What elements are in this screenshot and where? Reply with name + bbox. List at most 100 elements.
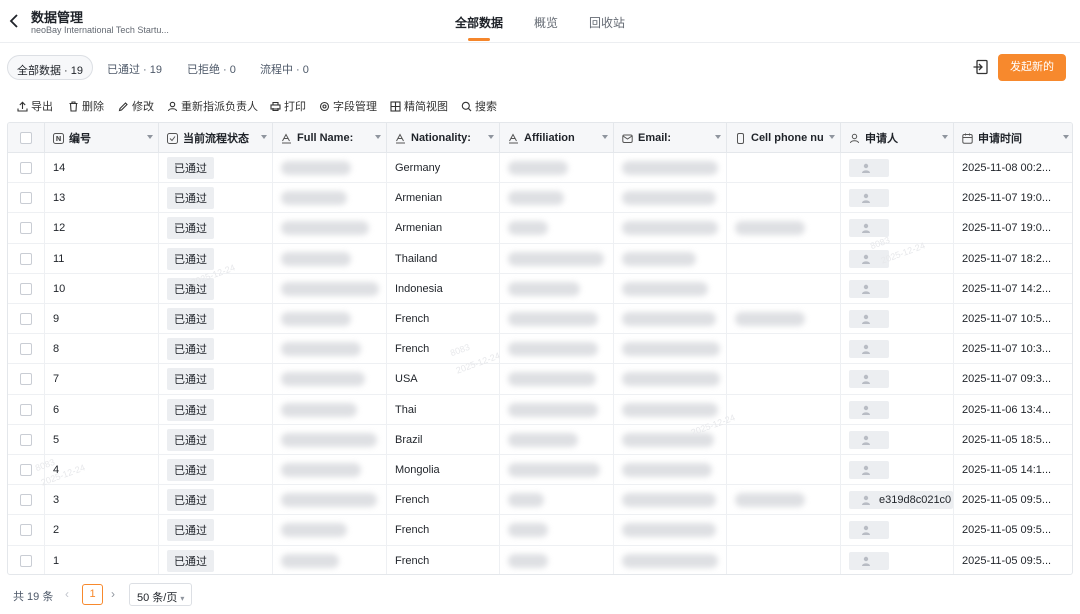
caret-down-icon[interactable] xyxy=(715,135,721,139)
row-checkbox[interactable] xyxy=(20,524,32,537)
table-row[interactable]: 12 已通过 Armenian 2025-11-07 19:0... xyxy=(8,213,1072,244)
filter-all[interactable]: 全部数据 · 19 xyxy=(7,55,94,80)
compact-view-button[interactable]: 精简视图 xyxy=(390,98,448,114)
full-name-cell xyxy=(273,183,387,214)
reassign-label: 重新指派负责人 xyxy=(181,101,258,113)
table-row[interactable]: 8 已通过 French 2025-11-07 10:3... xyxy=(8,334,1072,365)
search-button[interactable]: 搜索 xyxy=(461,98,497,114)
column-header-id[interactable]: N 编号 xyxy=(45,123,159,153)
full-name-cell xyxy=(273,273,387,304)
new-submission-button[interactable]: 发起新的 xyxy=(998,54,1066,81)
tab-all-data[interactable]: 全部数据 xyxy=(455,0,503,43)
apply-time-cell: 2025-11-05 09:5... xyxy=(962,494,1052,507)
applicant-cell xyxy=(841,364,954,395)
redacted-text xyxy=(508,493,544,508)
cell-phone-cell xyxy=(727,304,841,334)
caret-down-icon[interactable] xyxy=(261,135,267,139)
status-cell: 已通过 xyxy=(159,485,273,516)
filter-approved[interactable]: 已通过 · 19 xyxy=(107,55,162,80)
table-row[interactable]: 7 已通过 USA 2025-11-07 09:3... xyxy=(8,364,1072,395)
redacted-text xyxy=(281,463,361,477)
row-checkbox[interactable] xyxy=(20,313,32,325)
table-row[interactable]: 11 已通过 Thailand 2025-11-07 18:2... xyxy=(8,243,1072,274)
pencil-icon xyxy=(118,101,128,111)
avatar xyxy=(849,400,889,419)
chevron-right-icon[interactable]: › xyxy=(111,587,115,601)
column-header-apply-time[interactable]: 申请时间 xyxy=(954,123,1072,153)
page-subtitle: neoBay International Tech Startu... xyxy=(31,25,169,35)
table-row[interactable]: 5 已通过 Brazil 2025-11-05 18:5... xyxy=(8,424,1072,455)
column-header-nationality[interactable]: Nationality: xyxy=(387,123,500,153)
row-checkbox[interactable] xyxy=(20,343,32,356)
caret-down-icon[interactable] xyxy=(829,135,835,139)
field-manage-label: 字段管理 xyxy=(333,101,377,113)
row-checkbox[interactable] xyxy=(20,464,32,476)
table-row[interactable]: 10 已通过 Indonesia 2025-11-07 14:2... xyxy=(8,273,1072,304)
caret-down-icon[interactable] xyxy=(147,135,153,139)
column-header-applicant[interactable]: 申请人 xyxy=(841,123,954,153)
row-checkbox[interactable] xyxy=(20,433,32,446)
filter-in-process[interactable]: 流程中 · 0 xyxy=(260,55,309,80)
column-header-label: Email: xyxy=(638,132,672,144)
row-checkbox[interactable] xyxy=(20,222,32,235)
caret-down-icon[interactable] xyxy=(375,135,381,139)
edit-button[interactable]: 修改 xyxy=(118,98,154,114)
table-row[interactable]: 3 已通过 French e319d8c021c0 2025-11-05 09:… xyxy=(8,485,1072,516)
table-row[interactable]: 9 已通过 French 2025-11-07 10:5... xyxy=(8,304,1072,335)
filter-rejected[interactable]: 已拒绝 · 0 xyxy=(187,55,236,80)
tab-recycle-bin[interactable]: 回收站 xyxy=(589,0,625,43)
redacted-text xyxy=(281,281,379,296)
apply-time-cell: 2025-11-07 18:2... xyxy=(962,252,1052,265)
full-name-cell xyxy=(273,334,387,365)
page-size-select[interactable]: 50 条/页 ▾ xyxy=(129,583,193,606)
column-header-full-name[interactable]: Full Name: xyxy=(273,123,387,153)
applicant-cell xyxy=(841,213,954,244)
column-header-affiliation[interactable]: Affiliation xyxy=(500,123,614,153)
tab-overview[interactable]: 概览 xyxy=(534,0,558,43)
row-checkbox[interactable] xyxy=(20,373,32,386)
caret-down-icon[interactable] xyxy=(602,135,608,139)
caret-down-icon[interactable] xyxy=(1063,135,1069,139)
field-manage-button[interactable]: 字段管理 xyxy=(319,98,377,114)
chevron-left-icon[interactable]: ‹ xyxy=(65,587,69,601)
cell-phone-cell xyxy=(727,485,841,516)
nationality-cell: Brazil xyxy=(387,424,500,455)
full-name-cell xyxy=(273,364,387,395)
column-header-status[interactable]: 当前流程状态 xyxy=(159,123,273,153)
table-row[interactable]: 2 已通过 French 2025-11-05 09:5... xyxy=(8,515,1072,546)
status-badge: 已通过 xyxy=(167,549,214,572)
applicant-cell xyxy=(841,515,954,546)
column-header-email[interactable]: Email: xyxy=(614,123,727,153)
status-cell: 已通过 xyxy=(159,243,273,274)
export-button[interactable]: 导出 xyxy=(17,98,53,114)
table-row[interactable]: 1 已通过 French 2025-11-05 09:5... xyxy=(8,545,1072,574)
print-button[interactable]: 打印 xyxy=(270,98,306,114)
select-all-checkbox[interactable] xyxy=(20,132,32,144)
redacted-text xyxy=(508,221,548,236)
affiliation-cell xyxy=(500,334,614,365)
caret-down-icon[interactable] xyxy=(488,135,494,139)
row-checkbox[interactable] xyxy=(20,252,32,265)
table-row[interactable]: 14 已通过 Germany 2025-11-08 00:2... xyxy=(8,153,1072,184)
page-number-current[interactable]: 1 xyxy=(82,584,103,605)
row-select-cell xyxy=(8,424,45,455)
row-checkbox[interactable] xyxy=(20,403,32,416)
row-checkbox[interactable] xyxy=(20,162,32,174)
status-badge: 已通过 xyxy=(167,428,214,451)
table-row[interactable]: 6 已通过 Thai 2025-11-06 13:4... xyxy=(8,394,1072,425)
row-checkbox[interactable] xyxy=(20,192,32,205)
full-name-cell xyxy=(273,394,387,425)
exit-icon[interactable] xyxy=(972,58,990,76)
redacted-text xyxy=(281,161,351,175)
delete-button[interactable]: 删除 xyxy=(68,98,104,114)
table-row[interactable]: 13 已通过 Armenian 2025-11-07 19:0... xyxy=(8,183,1072,214)
reassign-button[interactable]: 重新指派负责人 xyxy=(167,98,258,114)
back-button[interactable] xyxy=(8,12,24,30)
column-header-cell-phone[interactable]: Cell phone nu xyxy=(727,123,841,153)
row-checkbox[interactable] xyxy=(20,554,32,567)
row-checkbox[interactable] xyxy=(20,282,32,295)
table-row[interactable]: 4 已通过 Mongolia 2025-11-05 14:1... xyxy=(8,455,1072,486)
row-checkbox[interactable] xyxy=(20,494,32,507)
caret-down-icon[interactable] xyxy=(942,135,948,139)
email-cell xyxy=(614,273,727,304)
